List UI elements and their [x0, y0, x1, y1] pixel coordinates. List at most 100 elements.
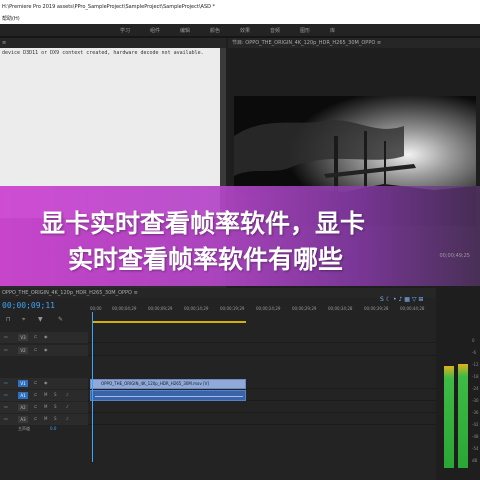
eye-icon[interactable]: ◉ — [44, 334, 48, 339]
sequence-tab[interactable]: OPPO_THE_ORIGIN_4K_120p_HDR_H265_30M_OPP… — [0, 288, 436, 298]
ruler-tick-label: 00;00 — [90, 306, 102, 311]
audio-meter-left — [444, 366, 454, 468]
track-row: ▭ A2 ⊏ M S ♪ — [0, 402, 436, 413]
master-volume-value[interactable]: 0.0 — [50, 426, 56, 431]
window-title: H:\Premiere Pro 2019 assets\PPro_SampleP… — [0, 0, 480, 14]
microphone-icon[interactable]: ♪ — [399, 296, 403, 303]
audio-meter-right — [458, 364, 468, 468]
lock-icon[interactable]: ▭ — [4, 380, 8, 385]
dot-icon[interactable]: • — [393, 296, 397, 303]
workspace-tab[interactable]: 效果 — [240, 27, 250, 34]
workspace-tab[interactable]: 图形 — [300, 27, 310, 34]
meter-scale-label: dB — [472, 458, 478, 463]
meter-scale-label: -24 — [472, 386, 479, 391]
audio-clip[interactable] — [90, 390, 246, 401]
sync-icon[interactable]: ⊏ — [34, 347, 37, 352]
meter-scale-label: -48 — [472, 434, 479, 439]
track-row: ▭ A3 ⊏ M S ♪ — [0, 414, 436, 425]
work-area-bar[interactable] — [92, 321, 246, 323]
eye-icon[interactable]: ◉ — [44, 347, 48, 352]
menu-help[interactable]: 帮助(H) — [2, 16, 20, 22]
track-header: ▭ A3 ⊏ M S ♪ — [0, 414, 88, 425]
audio-meter-panel — [436, 288, 480, 480]
microphone-icon[interactable]: ♪ — [66, 404, 69, 409]
track-header: ▭ V3 ⊏ ◉ — [0, 332, 88, 343]
ruler-tick-label: 00;00;34;28 — [328, 306, 353, 311]
ruler-tick-label: 00;00;44;28 — [400, 306, 425, 311]
track-label[interactable]: A2 — [18, 404, 28, 411]
meter-scale-label: -12 — [472, 362, 479, 367]
track-label[interactable]: A1 — [18, 392, 28, 399]
ruler-tick-label: 00;00;29;29 — [292, 306, 317, 311]
program-timecode: 00;00;49;25 — [439, 253, 470, 259]
moon-icon[interactable]: ☾ — [386, 296, 391, 303]
playhead-timecode[interactable]: 00;00;09;11 — [2, 301, 55, 310]
solo-icon[interactable]: S — [54, 404, 57, 409]
track-row: ▭ V3 ⊏ ◉ — [0, 332, 436, 343]
marker-icon[interactable]: ▼ — [38, 316, 43, 323]
master-track-label: 主声道 — [18, 426, 30, 431]
timeline-panel: OPPO_THE_ORIGIN_4K_120p_HDR_H265_30M_OPP… — [0, 288, 436, 480]
lock-icon[interactable]: ▭ — [4, 347, 8, 352]
track-label[interactable]: V1 — [18, 380, 28, 387]
overlay-line-1: 显卡实时查看帧率软件，显卡 — [40, 209, 366, 238]
source-tab[interactable]: ≡ — [0, 38, 226, 48]
workspace-bar: 学习 组件 编辑 颜色 效果 音频 图形 库 — [0, 24, 480, 36]
waveform — [95, 396, 243, 397]
solo-icon[interactable]: S — [54, 392, 57, 397]
workspace-tab[interactable]: 编辑 — [180, 27, 190, 34]
menu-bar: 帮助(H) — [0, 14, 480, 24]
sync-icon[interactable]: ⊏ — [34, 334, 37, 339]
track-header: ▭ A2 ⊏ M S ♪ — [0, 402, 88, 413]
lock-icon[interactable]: ▭ — [4, 404, 8, 409]
mute-icon[interactable]: M — [44, 404, 47, 409]
solo-icon[interactable]: S — [54, 416, 57, 421]
apps-icon[interactable]: ⊞ — [418, 296, 423, 303]
video-clip[interactable]: OPPO_THE_ORIGIN_4K_120p_HDR_H265_30M.mov… — [90, 379, 246, 389]
sync-icon[interactable]: ⊏ — [34, 416, 37, 421]
track-label[interactable]: V2 — [18, 347, 28, 354]
sync-icon[interactable]: ⊏ — [34, 404, 37, 409]
track-header: ▭ V1 ⊏ ◉ — [0, 378, 88, 389]
panel-menu-icon[interactable]: ≡ — [2, 40, 6, 46]
sync-icon[interactable]: ⊏ — [34, 392, 37, 397]
ruler-tick-label: 00;00;09;29 — [148, 306, 173, 311]
article-title-overlay: 显卡实时查看帧率软件，显卡 实时查看帧率软件有哪些 — [0, 186, 480, 286]
lock-icon[interactable]: ▭ — [4, 416, 8, 421]
ime-icon[interactable]: S — [380, 296, 384, 303]
lock-icon[interactable]: ▭ — [4, 334, 8, 339]
track-header: ▭ V2 ⊏ ◉ — [0, 345, 88, 356]
microphone-icon[interactable]: ♪ — [66, 416, 69, 421]
snap-icon[interactable]: ⊓ — [6, 316, 11, 323]
eye-icon[interactable]: ◉ — [44, 380, 48, 385]
sync-icon[interactable]: ⊏ — [34, 380, 37, 385]
track-label[interactable]: V3 — [18, 334, 28, 341]
grid-icon[interactable]: ▦ — [404, 296, 410, 303]
workspace-tab[interactable]: 音频 — [270, 27, 280, 34]
track-header: ▭ A1 ⊏ M S ♪ — [0, 390, 88, 401]
linked-selection-icon[interactable]: ⌖ — [22, 316, 25, 324]
shirt-icon[interactable]: ▽ — [412, 296, 417, 303]
track-label[interactable]: A3 — [18, 416, 28, 423]
ruler-tick-label: 00;00;04;29 — [112, 306, 137, 311]
meter-scale-label: -6 — [472, 350, 476, 355]
program-tab-label[interactable]: 节目: OPPO_THE_ORIGIN_4K_120p_HDR_H265_30M… — [228, 38, 480, 48]
mute-icon[interactable]: M — [44, 392, 47, 397]
meter-scale-label: -18 — [472, 374, 479, 379]
wrench-icon[interactable]: ✎ — [58, 316, 63, 323]
lock-icon[interactable]: ▭ — [4, 392, 8, 397]
ruler-tick-label: 00;00;19;29 — [220, 306, 245, 311]
workspace-tab[interactable]: 库 — [330, 27, 335, 34]
playhead[interactable] — [92, 312, 93, 462]
ruler-tick-label: 00;00;14;29 — [184, 306, 209, 311]
track-row: ▭ V2 ⊏ ◉ — [0, 345, 436, 356]
video-clip-label: OPPO_THE_ORIGIN_4K_120p_HDR_H265_30M.mov… — [101, 381, 209, 386]
ruler-tick-label: 00;00;39;28 — [364, 306, 389, 311]
meter-scale-label: -42 — [472, 422, 479, 427]
mute-icon[interactable]: M — [44, 416, 47, 421]
microphone-icon[interactable]: ♪ — [66, 392, 69, 397]
workspace-tab[interactable]: 学习 — [120, 27, 130, 34]
workspace-tab[interactable]: 颜色 — [210, 27, 220, 34]
ruler-tick-label: 00;00;24;29 — [256, 306, 281, 311]
workspace-tab[interactable]: 组件 — [150, 27, 160, 34]
